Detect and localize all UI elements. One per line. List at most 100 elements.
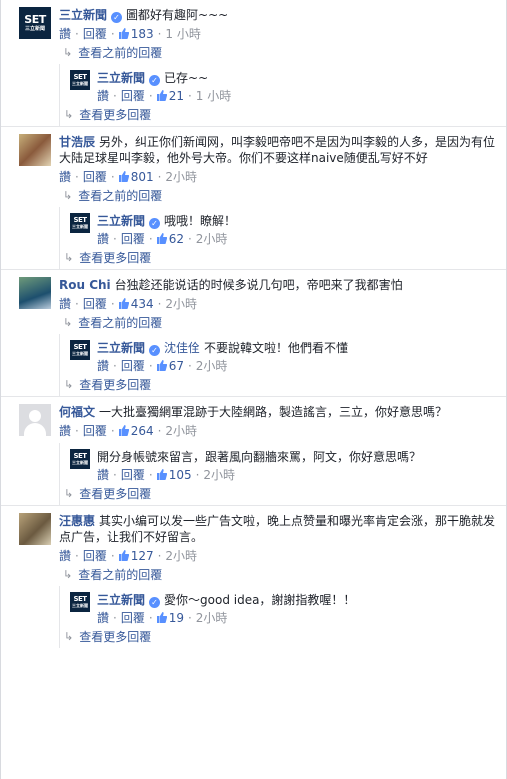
view-previous-replies-link[interactable]: ↳ 查看之前的回覆 [1,42,506,64]
like-button[interactable]: 讚 [59,424,71,438]
comment-text: 圖都好有趣阿~~~ [126,8,229,22]
reply-button[interactable]: 回覆 [121,611,145,625]
reply-author[interactable]: 三立新聞 [97,71,145,85]
thumbs-up-icon[interactable] [156,233,167,244]
avatar[interactable] [19,277,51,309]
timestamp[interactable]: 1 小時 [196,89,231,103]
view-more-replies-link[interactable]: ↳ 查看更多回覆 [60,374,506,396]
avatar[interactable]: SET 三立新聞 [70,70,90,90]
reply-actions: 讚 · 回覆 · 19 · 2小時 [97,611,228,625]
reply-actions: 讚 · 回覆 · 67 · 2小時 [97,359,228,373]
like-count[interactable]: 21 [169,89,184,103]
avatar[interactable] [19,134,51,166]
like-count[interactable]: 801 [131,170,154,184]
like-count[interactable]: 105 [169,468,192,482]
view-previous-replies-link[interactable]: ↳ 查看之前的回覆 [1,312,506,334]
like-button[interactable]: 讚 [59,297,71,311]
reply-button[interactable]: 回覆 [83,170,107,184]
comment-text: 另外，纠正你们新闻网，叫李毅吧帝吧不是因为叫李毅的人多，是因为有位大陆足球星叫李… [59,135,496,165]
reply-button[interactable]: 回覆 [83,297,107,311]
avatar[interactable]: SET 三立新聞 [70,340,90,360]
timestamp[interactable]: 2小時 [165,549,197,563]
like-button[interactable]: 讚 [59,170,71,184]
view-previous-replies-link[interactable]: ↳ 查看之前的回覆 [1,564,506,586]
thumbs-up-icon[interactable] [118,171,129,182]
reply: SET 三立新聞 三立新聞 ✓ 沈佳佺 不要說韓文啦！他們看不懂 讚 · 回覆 · 67 · 2小… [60,334,506,374]
reply-arrow-icon: ↳ [63,46,73,59]
comment-author[interactable]: 汪惠惠 [59,514,95,528]
like-count[interactable]: 434 [131,297,154,311]
reply-button[interactable]: 回覆 [83,549,107,563]
reply-button[interactable]: 回覆 [83,424,107,438]
timestamp[interactable]: 1 小時 [165,27,200,41]
timestamp[interactable]: 2小時 [196,232,228,246]
reply-arrow-icon: ↳ [63,316,73,329]
timestamp[interactable]: 2小時 [165,424,197,438]
thumbs-up-icon[interactable] [156,612,167,623]
verified-badge-icon: ✓ [149,345,161,356]
reply-actions: 讚 · 回覆 · 105 · 2小時 [97,468,236,482]
timestamp[interactable]: 2小時 [165,297,197,311]
like-button[interactable]: 讚 [59,549,71,563]
like-button[interactable]: 讚 [97,232,109,246]
reply-button[interactable]: 回覆 [121,359,145,373]
comment-author[interactable]: 三立新聞 [59,8,107,22]
avatar[interactable]: SET 三立新聞 [70,213,90,233]
like-count[interactable]: 67 [169,359,184,373]
comment-author[interactable]: Rou Chi [59,278,111,292]
like-button[interactable]: 讚 [97,89,109,103]
view-more-replies-link[interactable]: ↳ 查看更多回覆 [60,483,506,505]
mention-tag[interactable]: 沈佳佺 [164,341,200,355]
timestamp[interactable]: 2小時 [203,468,235,482]
verified-badge-icon: ✓ [111,12,123,23]
view-more-replies-link[interactable]: ↳ 查看更多回覆 [60,104,506,126]
reply-arrow-icon: ↳ [64,630,74,643]
thumbs-up-icon[interactable] [118,28,129,39]
reply-arrow-icon: ↳ [64,108,74,121]
thumbs-up-icon[interactable] [156,360,167,371]
reply-button[interactable]: 回覆 [121,232,145,246]
view-previous-replies-link[interactable]: ↳ 查看之前的回覆 [1,185,506,207]
view-more-replies-link[interactable]: ↳ 查看更多回覆 [60,626,506,648]
avatar[interactable] [19,513,51,545]
reply-button[interactable]: 回覆 [121,89,145,103]
thumbs-up-icon[interactable] [156,469,167,480]
like-count[interactable]: 19 [169,611,184,625]
like-button[interactable]: 讚 [97,611,109,625]
reply-author[interactable]: 三立新聞 [97,341,145,355]
reply: SET 三立新聞 開分身帳號來留言，跟著風向翻牆來罵，阿文，你好意思嗎？ 讚 · 回… [60,443,506,483]
comment-author[interactable]: 甘浩辰 [59,135,95,149]
reply-arrow-icon: ↳ [64,251,74,264]
timestamp[interactable]: 2小時 [165,170,197,184]
like-count[interactable]: 62 [169,232,184,246]
comment-actions: 讚 · 回覆 · 264 · 2小時 [59,424,198,438]
thumbs-up-icon[interactable] [156,90,167,101]
thumbs-up-icon[interactable] [118,550,129,561]
reply: SET 三立新聞 三立新聞 ✓ 愛你～good idea，謝謝指教喔！！ 讚 · 回覆 ·… [60,586,506,626]
like-count[interactable]: 183 [131,27,154,41]
reply-button[interactable]: 回覆 [121,468,145,482]
timestamp[interactable]: 2小時 [196,611,228,625]
comment-text: 台独趁还能说话的时候多说几句吧，帝吧来了我都害怕 [114,278,403,292]
like-count[interactable]: 264 [131,424,154,438]
reply-arrow-icon: ↳ [63,189,73,202]
view-more-replies-link[interactable]: ↳ 查看更多回覆 [60,247,506,269]
reply-text: 哦哦！瞭解！ [164,214,237,228]
default-avatar-icon[interactable] [19,404,51,436]
comment-thread: SET 三立新聞 三立新聞 ✓ 圖都好有趣阿~~~ 讚 · 回覆 · 183 · 1 小時 ↳ 查… [0,0,507,779]
avatar[interactable]: SET 三立新聞 [70,449,90,469]
thumbs-up-icon[interactable] [118,425,129,436]
comment-author[interactable]: 何福文 [59,405,95,419]
reply: SET 三立新聞 三立新聞 ✓ 已存~~ 讚 · 回覆 · 21 · 1 小時 [60,64,506,104]
like-button[interactable]: 讚 [97,359,109,373]
reply-button[interactable]: 回覆 [83,27,107,41]
avatar[interactable]: SET 三立新聞 [70,592,90,612]
like-count[interactable]: 127 [131,549,154,563]
avatar[interactable]: SET 三立新聞 [19,7,51,39]
like-button[interactable]: 讚 [97,468,109,482]
thumbs-up-icon[interactable] [118,298,129,309]
reply-author[interactable]: 三立新聞 [97,593,145,607]
timestamp[interactable]: 2小時 [196,359,228,373]
reply-author[interactable]: 三立新聞 [97,214,145,228]
like-button[interactable]: 讚 [59,27,71,41]
